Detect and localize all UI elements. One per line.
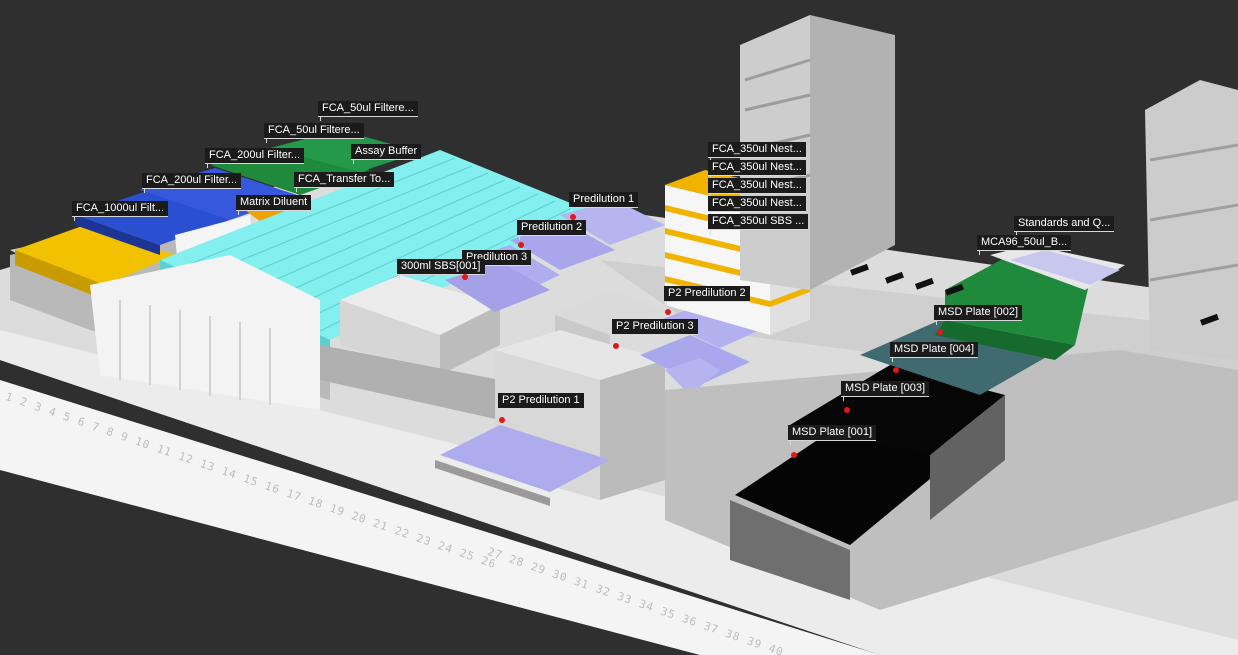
marker-p2-predilution-2[interactable] bbox=[665, 309, 671, 315]
label-msd-plate-001[interactable]: MSD Plate [001] bbox=[788, 425, 877, 445]
hotel-tower-left-side bbox=[810, 15, 895, 290]
label-msd-plate-002[interactable]: MSD Plate [002] bbox=[934, 305, 1023, 325]
label-fca-350ul-sbs[interactable]: FCA_350ul SBS ... bbox=[708, 214, 809, 234]
label-fca-1000ul-filter[interactable]: FCA_1000ul Filt... bbox=[72, 201, 169, 221]
label-fca-350ul-nest-2[interactable]: FCA_350ul Nest... bbox=[708, 160, 806, 180]
marker-p2-predilution-1[interactable] bbox=[499, 417, 505, 423]
label-standards-and-qc[interactable]: Standards and Q... bbox=[1014, 216, 1115, 236]
label-300ml-sbs-001[interactable]: 300ml SBS[001] bbox=[397, 259, 485, 279]
label-fca-350ul-nest-4[interactable]: FCA_350ul Nest... bbox=[708, 196, 806, 216]
label-assay-buffer[interactable]: Assay Buffer bbox=[351, 144, 422, 164]
marker-msd-plate-003[interactable] bbox=[844, 407, 850, 413]
label-msd-plate-004[interactable]: MSD Plate [004] bbox=[890, 342, 979, 362]
label-p2-predilution-3[interactable]: P2 Predilution 3 bbox=[612, 319, 698, 339]
label-fca-350ul-nest-1[interactable]: FCA_350ul Nest... bbox=[708, 142, 806, 162]
marker-300ml-sbs[interactable] bbox=[462, 274, 468, 280]
label-fca-50ul-filtered-1[interactable]: FCA_50ul Filtere... bbox=[318, 101, 418, 121]
label-fca-350ul-nest-3[interactable]: FCA_350ul Nest... bbox=[708, 178, 806, 198]
center-block-tall-side bbox=[600, 360, 665, 500]
marker-predilution-1[interactable] bbox=[570, 214, 576, 220]
label-predilution-2[interactable]: Predilution 2 bbox=[517, 220, 587, 240]
label-fca-200ul-filter-1[interactable]: FCA_200ul Filter... bbox=[205, 148, 305, 168]
marker-msd-plate-001[interactable] bbox=[791, 452, 797, 458]
label-p2-predilution-1[interactable]: P2 Predilution 1 bbox=[498, 393, 584, 413]
label-p2-predilution-2[interactable]: P2 Predilution 2 bbox=[664, 286, 750, 306]
marker-predilution-2[interactable] bbox=[518, 242, 524, 248]
label-predilution-1[interactable]: Predilution 1 bbox=[569, 192, 639, 212]
marker-msd-plate-004[interactable] bbox=[893, 367, 899, 373]
label-fca-50ul-filtered-2[interactable]: FCA_50ul Filtere... bbox=[264, 123, 364, 143]
marker-msd-plate-002[interactable] bbox=[937, 329, 943, 335]
hotel-tower-right-front bbox=[1145, 80, 1238, 360]
deck-3d-viewport[interactable]: 1 2 3 4 5 6 7 8 9 10 11 12 13 14 15 16 1… bbox=[0, 0, 1238, 655]
marker-p2-predilution-3[interactable] bbox=[613, 343, 619, 349]
label-fca-200ul-filter-2[interactable]: FCA_200ul Filter... bbox=[142, 173, 242, 193]
label-matrix-diluent[interactable]: Matrix Diluent bbox=[236, 195, 312, 215]
label-mca96-50ul-b[interactable]: MCA96_50ul_B... bbox=[977, 235, 1072, 255]
label-fca-transfer-to[interactable]: FCA_Transfer To... bbox=[294, 172, 395, 192]
label-msd-plate-003[interactable]: MSD Plate [003] bbox=[841, 381, 930, 401]
